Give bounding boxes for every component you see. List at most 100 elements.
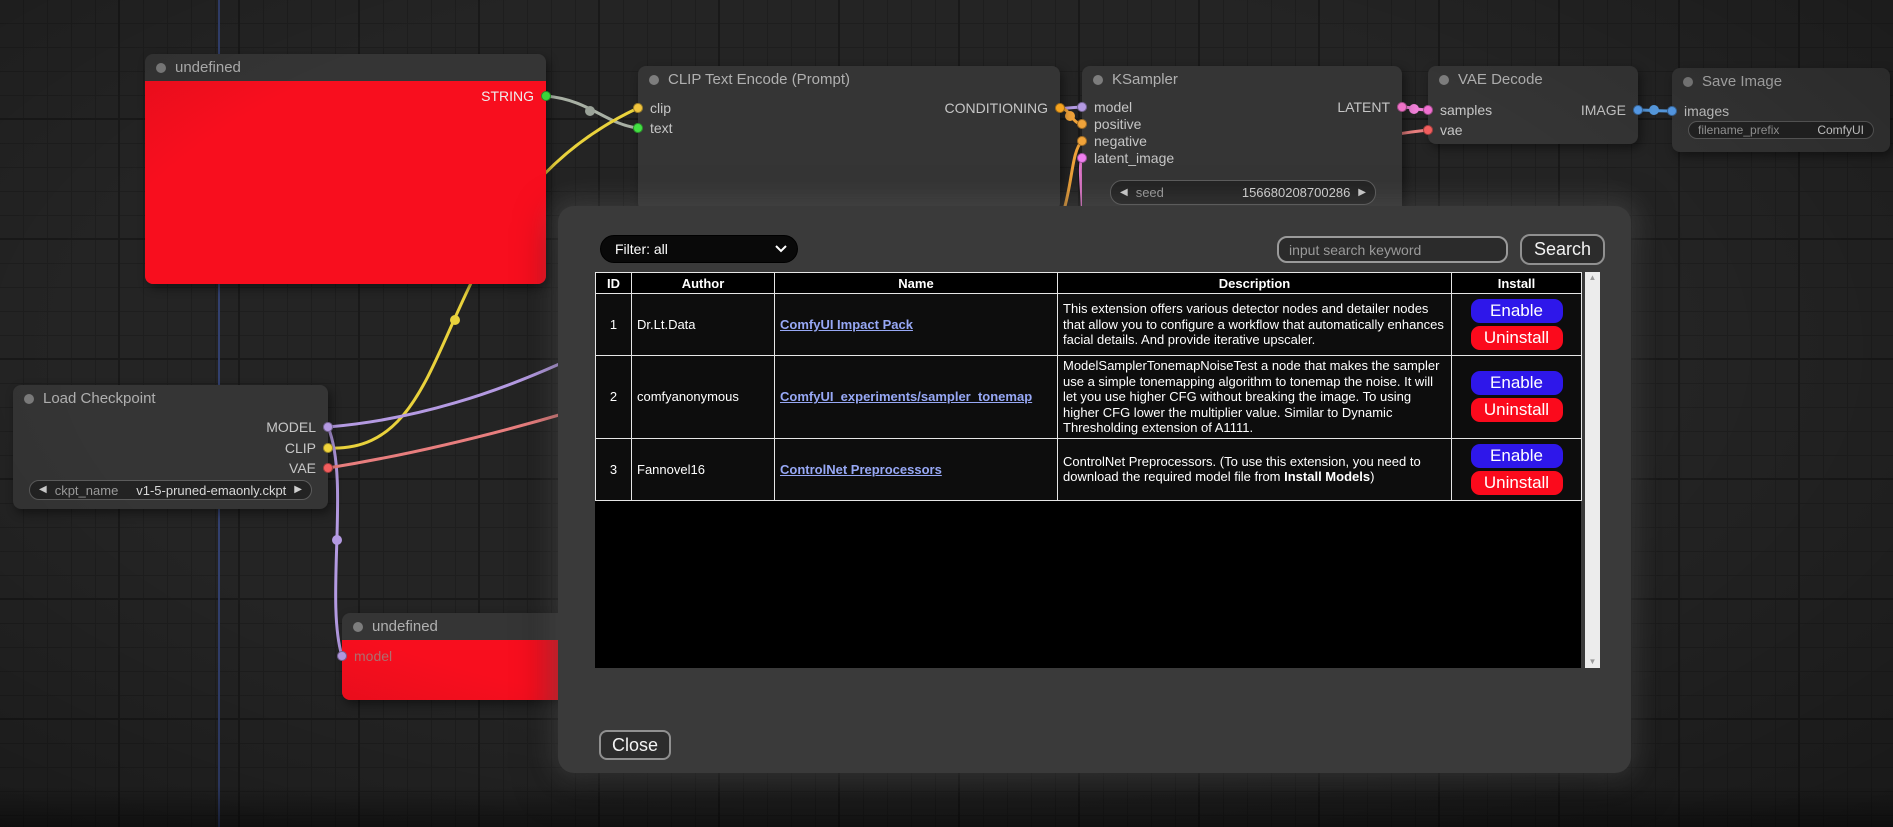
node-title: KSampler: [1112, 71, 1178, 88]
widget-name: seed: [1136, 185, 1164, 200]
node-title: Save Image: [1702, 73, 1782, 90]
slot-dot-icon[interactable]: [323, 443, 333, 453]
input-slot-clip[interactable]: clip: [633, 99, 671, 117]
node-undefined-top[interactable]: undefined STRING: [145, 54, 546, 284]
input-slot-model[interactable]: model: [337, 647, 392, 665]
slot-dot-icon[interactable]: [1077, 119, 1087, 129]
output-slot-clip[interactable]: CLIP: [285, 439, 333, 457]
node-title-bar[interactable]: VAE Decode: [1428, 66, 1638, 93]
prev-arrow-icon[interactable]: ◀: [39, 485, 47, 495]
node-title-bar[interactable]: KSampler: [1082, 66, 1402, 93]
extension-table-region: ID Author Name Description Install 1 Dr.…: [595, 272, 1581, 668]
output-slot-conditioning[interactable]: CONDITIONING: [945, 99, 1065, 117]
slot-dot-icon[interactable]: [633, 123, 643, 133]
ckpt-name-widget[interactable]: ◀ ckpt_name v1-5-pruned-emaonly.ckpt ▶: [29, 480, 312, 500]
collapse-dot-icon[interactable]: [1439, 75, 1449, 85]
row-description-bold: Install Models: [1284, 469, 1370, 484]
row-description: ModelSamplerTonemapNoiseTest a node that…: [1058, 356, 1452, 439]
extension-link[interactable]: ComfyUI Impact Pack: [780, 317, 913, 332]
row-author: Dr.Lt.Data: [632, 294, 775, 356]
next-arrow-icon[interactable]: ▶: [294, 485, 302, 495]
collapse-dot-icon[interactable]: [1683, 77, 1693, 87]
collapse-dot-icon[interactable]: [649, 75, 659, 85]
extension-link[interactable]: ControlNet Preprocessors: [780, 462, 942, 477]
node-title-bar[interactable]: Load Checkpoint: [13, 385, 328, 412]
col-header-description: Description: [1058, 273, 1452, 294]
row-id: 3: [596, 438, 632, 500]
enable-button[interactable]: Enable: [1471, 299, 1563, 323]
col-header-name: Name: [775, 273, 1058, 294]
search-input[interactable]: [1277, 236, 1508, 263]
slot-dot-icon[interactable]: [1077, 102, 1087, 112]
slot-dot-icon[interactable]: [1423, 125, 1433, 135]
row-author: Fannovel16: [632, 438, 775, 500]
node-title-bar[interactable]: Save Image: [1672, 68, 1890, 95]
slot-dot-icon[interactable]: [633, 103, 643, 113]
close-button[interactable]: Close: [599, 730, 671, 760]
node-vae-decode[interactable]: VAE Decode samples vae IMAGE: [1428, 66, 1638, 144]
slot-dot-icon[interactable]: [337, 651, 347, 661]
input-slot-samples[interactable]: samples: [1423, 101, 1492, 119]
row-author: comfyanonymous: [632, 356, 775, 439]
slot-dot-icon[interactable]: [323, 422, 333, 432]
node-ksampler[interactable]: KSampler model positive negative latent_…: [1082, 66, 1402, 216]
col-header-install: Install: [1452, 273, 1582, 294]
input-slot-text[interactable]: text: [633, 119, 673, 137]
filename-prefix-widget[interactable]: filename_prefix ComfyUI: [1688, 121, 1874, 139]
node-load-checkpoint[interactable]: Load Checkpoint MODEL CLIP VAE ◀ ckpt_na…: [13, 385, 328, 509]
filter-dropdown[interactable]: Filter: all: [600, 235, 798, 263]
slot-dot-icon[interactable]: [1423, 105, 1433, 115]
slot-dot-icon[interactable]: [1077, 136, 1087, 146]
slot-dot-icon[interactable]: [1397, 102, 1407, 112]
widget-name: filename_prefix: [1698, 123, 1779, 137]
collapse-dot-icon[interactable]: [353, 622, 363, 632]
table-row: 1 Dr.Lt.Data ComfyUI Impact Pack This ex…: [596, 294, 1582, 356]
output-slot-model[interactable]: MODEL: [266, 418, 333, 436]
input-slot-positive[interactable]: positive: [1077, 115, 1141, 133]
slot-dot-icon[interactable]: [1055, 103, 1065, 113]
collapse-dot-icon[interactable]: [156, 63, 166, 73]
enable-button[interactable]: Enable: [1471, 371, 1563, 395]
seed-widget[interactable]: ◀ seed 156680208700286 ▶: [1110, 180, 1376, 205]
increment-arrow-icon[interactable]: ▶: [1358, 188, 1366, 198]
node-title-bar[interactable]: CLIP Text Encode (Prompt): [638, 66, 1060, 93]
widget-value[interactable]: ComfyUI: [1817, 123, 1864, 137]
node-title-bar[interactable]: undefined: [145, 54, 546, 81]
input-slot-model[interactable]: model: [1077, 98, 1132, 116]
uninstall-button[interactable]: Uninstall: [1471, 398, 1563, 422]
node-title: undefined: [175, 59, 241, 76]
scroll-down-icon[interactable]: ▼: [1589, 658, 1597, 666]
extension-link[interactable]: ComfyUI_experiments/sampler_tonemap: [780, 389, 1032, 404]
widget-value[interactable]: 156680208700286: [1242, 185, 1350, 200]
slot-dot-icon[interactable]: [323, 463, 333, 473]
widget-name: ckpt_name: [55, 483, 119, 498]
output-slot-image[interactable]: IMAGE: [1581, 101, 1643, 119]
input-slot-images[interactable]: images: [1667, 102, 1729, 120]
enable-button[interactable]: Enable: [1471, 444, 1563, 468]
input-slot-vae[interactable]: vae: [1423, 121, 1463, 139]
decrement-arrow-icon[interactable]: ◀: [1120, 188, 1128, 198]
search-button[interactable]: Search: [1520, 234, 1605, 265]
slot-dot-icon[interactable]: [1633, 105, 1643, 115]
slot-dot-icon[interactable]: [1667, 106, 1677, 116]
input-slot-latent-image[interactable]: latent_image: [1077, 149, 1174, 167]
output-slot-string[interactable]: STRING: [481, 87, 551, 105]
node-title: Load Checkpoint: [43, 390, 156, 407]
node-clip-text-encode[interactable]: CLIP Text Encode (Prompt) clip text COND…: [638, 66, 1060, 211]
slot-dot-icon[interactable]: [1077, 153, 1087, 163]
uninstall-button[interactable]: Uninstall: [1471, 326, 1563, 350]
widget-value[interactable]: v1-5-pruned-emaonly.ckpt: [136, 483, 286, 498]
row-description: This extension offers various detector n…: [1058, 294, 1452, 356]
node-title: undefined: [372, 618, 438, 635]
uninstall-button[interactable]: Uninstall: [1471, 471, 1563, 495]
node-save-image[interactable]: Save Image images filename_prefix ComfyU…: [1672, 68, 1890, 152]
collapse-dot-icon[interactable]: [1093, 75, 1103, 85]
input-slot-negative[interactable]: negative: [1077, 132, 1147, 150]
slot-dot-icon[interactable]: [541, 91, 551, 101]
output-slot-vae[interactable]: VAE: [289, 459, 333, 477]
scroll-up-icon[interactable]: ▲: [1589, 274, 1597, 282]
output-slot-latent[interactable]: LATENT: [1337, 98, 1407, 116]
collapse-dot-icon[interactable]: [24, 394, 34, 404]
table-header-row: ID Author Name Description Install: [596, 273, 1582, 294]
table-scrollbar[interactable]: ▲ ▼: [1585, 272, 1600, 668]
